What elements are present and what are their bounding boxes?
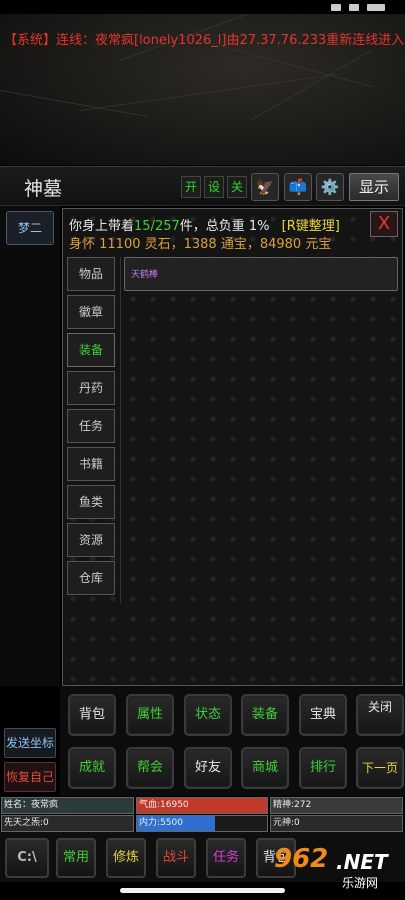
mailbox-icon[interactable]: 📫 — [284, 173, 312, 201]
ranking-button[interactable]: 排行 — [299, 747, 347, 789]
scene-background — [0, 0, 405, 165]
achievements-button[interactable]: 成就 — [68, 747, 116, 789]
close-inventory-button[interactable]: X — [370, 211, 398, 237]
category-books[interactable]: 书籍 — [67, 447, 115, 481]
summary-suffix: 件，总负重 1% — [179, 219, 270, 234]
codex-button[interactable]: 宝典 — [299, 694, 347, 736]
toggle-close[interactable]: 关 — [227, 176, 247, 198]
category-badges[interactable]: 徽章 — [67, 295, 115, 329]
gear-icon[interactable]: ⚙️ — [316, 173, 344, 201]
attributes-button[interactable]: 属性 — [126, 694, 174, 736]
map-bar: 神墓 开 设 关 🦅 📫 ⚙️ 显示 — [0, 166, 405, 206]
wifi-icon — [349, 3, 359, 11]
toggle-settings[interactable]: 设 — [204, 176, 224, 198]
mall-button[interactable]: 商城 — [241, 747, 289, 789]
game-button-area: 背包 属性 状态 装备 宝典 关闭 成就 帮会 好友 商城 排行 下一页 — [60, 686, 405, 796]
category-fish[interactable]: 鱼类 — [67, 485, 115, 519]
sort-button[interactable]: [R键整理] — [282, 219, 340, 234]
mana-text: 内力:5500 — [139, 818, 183, 828]
item-name: 天鹤棒 — [131, 270, 159, 280]
status-button[interactable]: 状态 — [184, 694, 232, 736]
category-warehouse[interactable]: 仓库 — [67, 561, 115, 595]
yuanshen-bar: 元神:0 — [270, 815, 403, 832]
common-button[interactable]: 常用 — [56, 838, 96, 878]
category-pills[interactable]: 丹药 — [67, 371, 115, 405]
category-column: 物品 徽章 装备 丹药 任务 书籍 鱼类 资源 仓库 — [63, 257, 121, 603]
quest-button[interactable]: 任务 — [206, 838, 246, 878]
device-status-bar — [0, 0, 405, 14]
spirit-bar: 精神:272 — [270, 797, 403, 814]
watermark-number: 962 — [274, 844, 329, 874]
item-count: 15/257 — [134, 219, 180, 234]
category-items[interactable]: 物品 — [67, 257, 115, 291]
guild-button[interactable]: 帮会 — [126, 747, 174, 789]
category-resources[interactable]: 资源 — [67, 523, 115, 557]
equipment-button[interactable]: 装备 — [241, 694, 289, 736]
backpack-button[interactable]: 背包 — [68, 694, 116, 736]
currency-line: 身怀 11100 灵石，1388 通宝，84980 元宝 — [69, 237, 332, 252]
close-button[interactable]: 关闭 — [356, 694, 404, 736]
watermark-net: .NET — [336, 850, 388, 874]
left-side-column — [0, 206, 60, 686]
show-button[interactable]: 显示 — [349, 173, 399, 201]
inventory-panel: 你身上带着15/257件，总负重 1% [R键整理] 身怀 11100 灵石，1… — [62, 208, 403, 686]
friends-button[interactable]: 好友 — [184, 747, 232, 789]
innate-bar: 先天之炁:0 — [1, 815, 134, 832]
channel-button[interactable]: 梦二 — [6, 211, 54, 245]
signal-icon — [331, 3, 341, 11]
category-quest[interactable]: 任务 — [67, 409, 115, 443]
cultivate-button[interactable]: 修炼 — [106, 838, 146, 878]
next-page-button[interactable]: 下一页 — [356, 747, 404, 789]
inventory-summary: 你身上带着15/257件，总负重 1% [R键整理] — [69, 215, 340, 234]
battle-button[interactable]: 战斗 — [156, 838, 196, 878]
watermark-text: 乐游网 — [342, 876, 379, 890]
stats-panel: 姓名：夜常疯 气血:16950 精神:272 先天之炁:0 内力:5500 元神… — [0, 796, 405, 832]
character-name: 姓名：夜常疯 — [1, 797, 134, 814]
restore-self-button[interactable]: 恢复自己 — [4, 762, 56, 792]
hp-bar: 气血:16950 — [136, 797, 268, 814]
summary-prefix: 你身上带着 — [69, 219, 135, 234]
toggle-open[interactable]: 开 — [181, 176, 201, 198]
system-message: 【系统】连线：夜常疯[lonely1026_l]由27.37.76.233重新连… — [4, 33, 404, 48]
home-indicator[interactable] — [120, 888, 285, 893]
map-title: 神墓 — [24, 178, 63, 200]
console-icon[interactable]: C:\ — [5, 838, 49, 878]
category-equipment[interactable]: 装备 — [67, 333, 115, 367]
mana-bar: 内力:5500 — [136, 815, 268, 832]
item-slot[interactable]: 天鹤棒 — [124, 257, 398, 291]
site-watermark: 962 .NET 乐游网 — [268, 840, 402, 894]
battery-icon — [367, 3, 385, 11]
eagle-icon[interactable]: 🦅 — [251, 173, 279, 201]
send-coordinates-button[interactable]: 发送坐标 — [4, 728, 56, 758]
